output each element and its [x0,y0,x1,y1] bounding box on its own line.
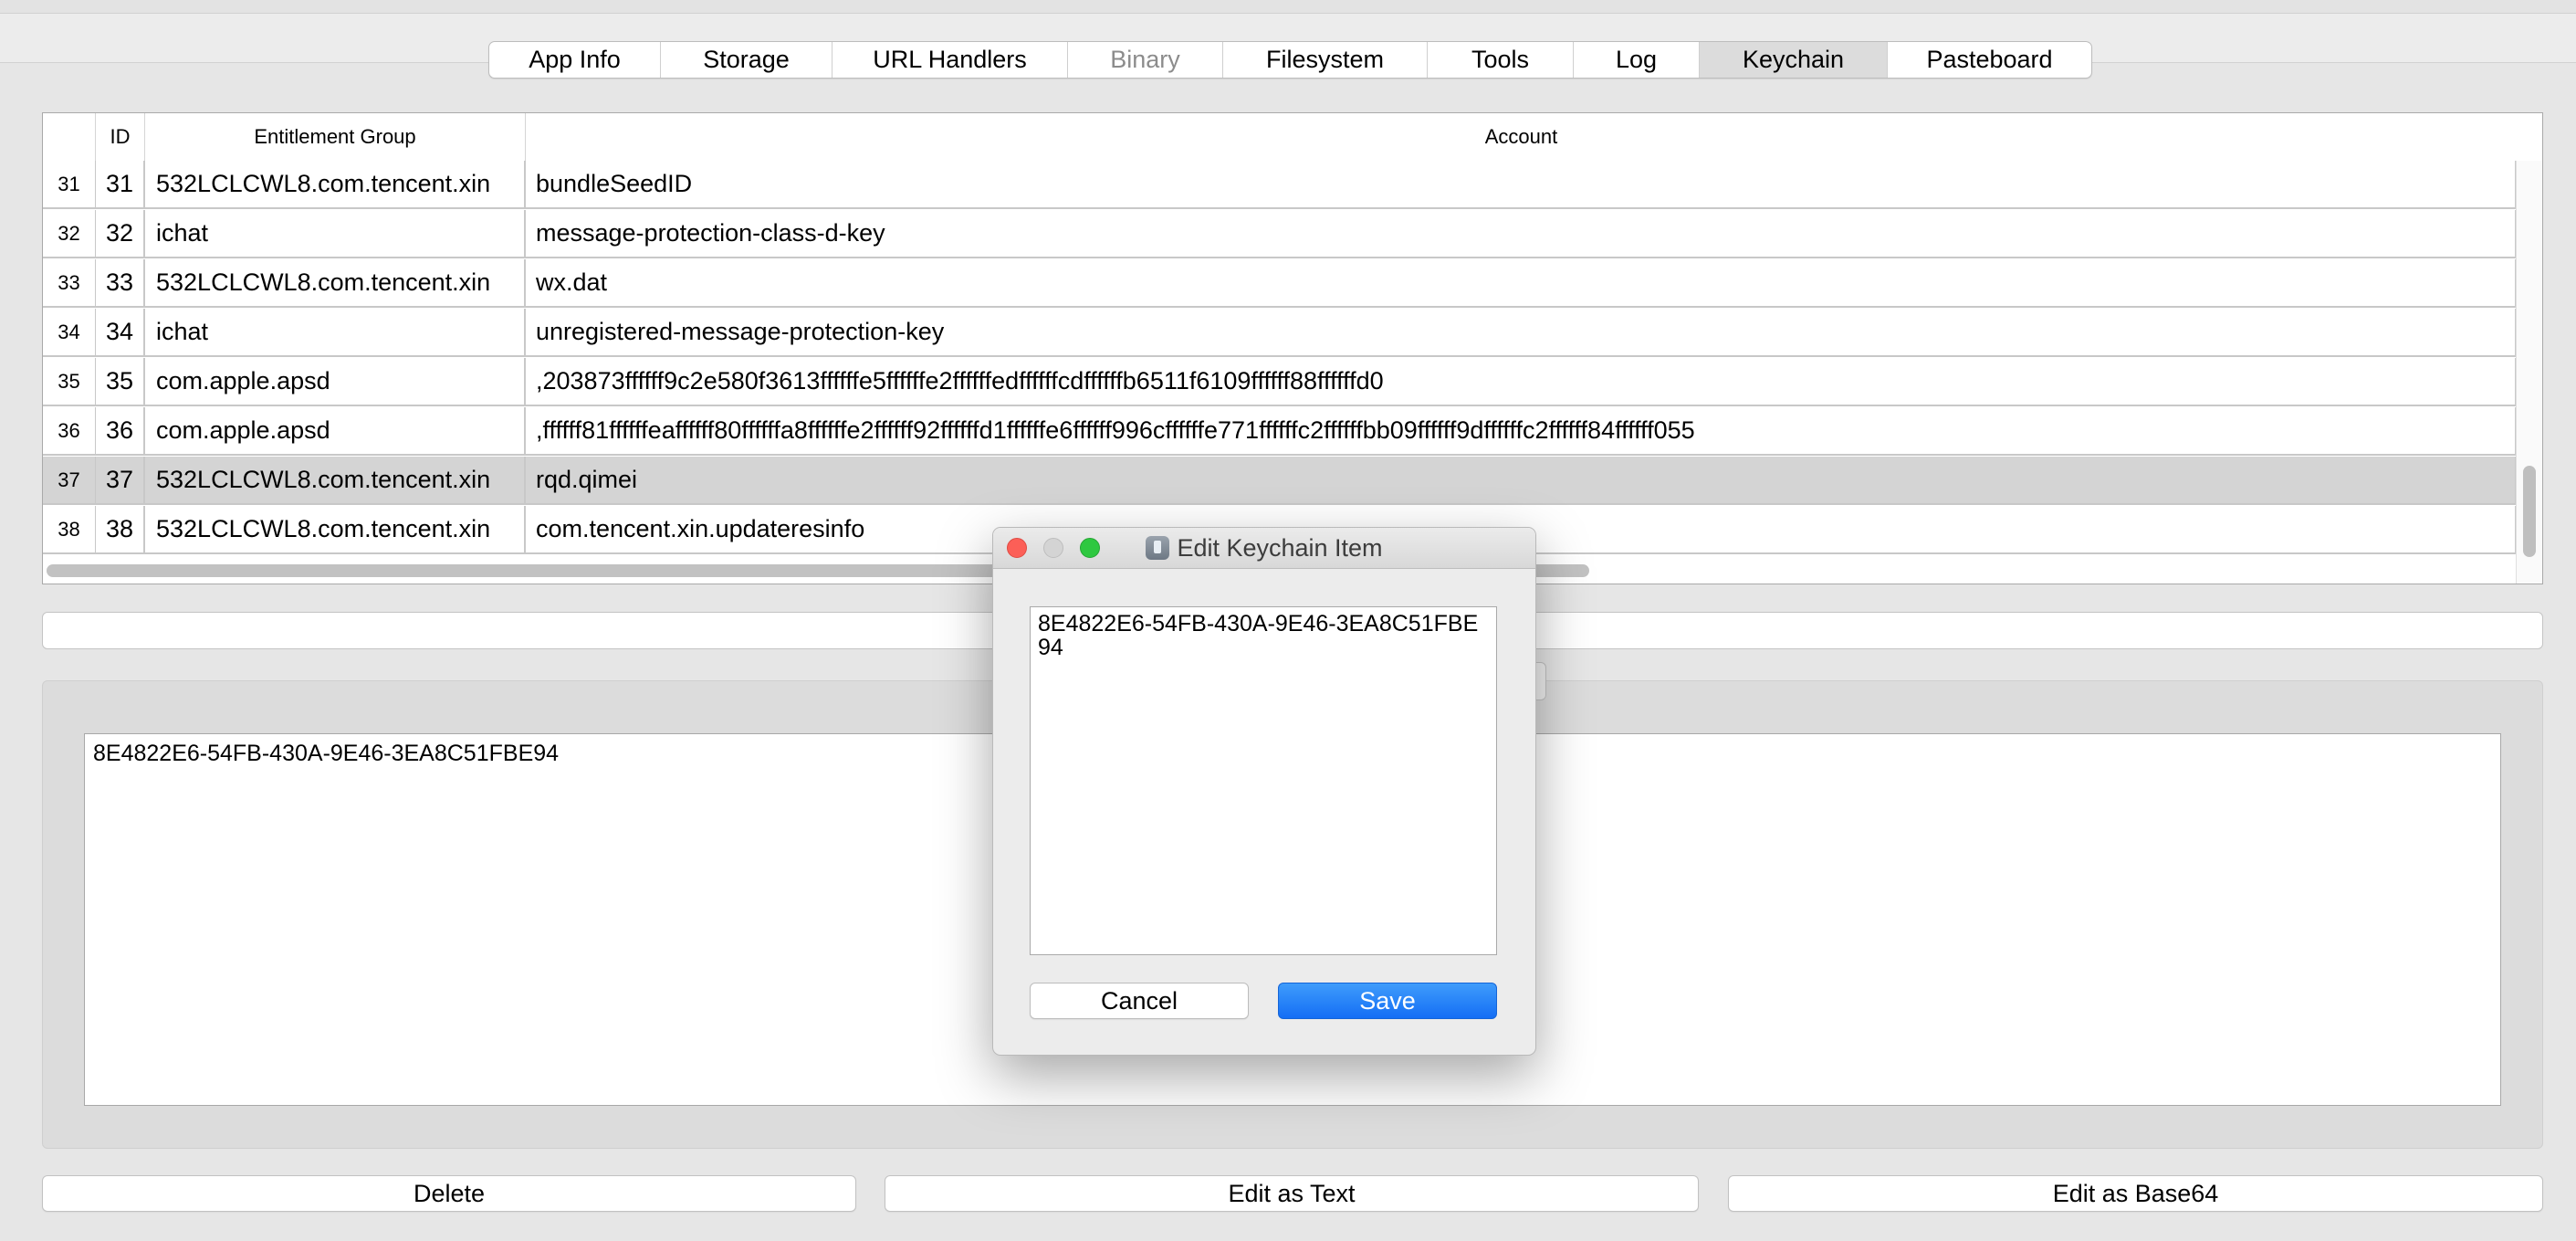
cell-entitlement-group: 532LCLCWL8.com.tencent.xin [145,457,526,503]
cell-id: 38 [96,506,145,552]
tab-binary: Binary [1068,42,1223,78]
tab-tools[interactable]: Tools [1428,42,1574,78]
cell-account: bundleSeedID [526,161,2517,207]
cell-entitlement-group: 532LCLCWL8.com.tencent.xin [145,506,526,552]
vertical-scroll-thumb[interactable] [2523,466,2536,557]
cell-account: ,203873ffffff9c2e580f3613ffffffe5ffffffe… [526,358,2517,405]
header-entitlement-group[interactable]: Entitlement Group [145,113,526,161]
edit-as-text-button[interactable]: Edit as Text [885,1175,1699,1212]
table-row-selected[interactable]: 37 37 532LCLCWL8.com.tencent.xin rqd.qim… [43,457,2517,505]
cell-account: message-protection-class-d-key [526,210,2517,257]
cell-entitlement-group: ichat [145,210,526,257]
header-account[interactable]: Account [526,113,2517,161]
tab-log[interactable]: Log [1574,42,1700,78]
cell-entitlement-group: ichat [145,309,526,355]
tab-keychain[interactable]: Keychain [1700,42,1888,78]
table-row[interactable]: 32 32 ichat message-protection-class-d-k… [43,210,2517,258]
save-button[interactable]: Save [1278,983,1497,1019]
cancel-button[interactable]: Cancel [1030,983,1249,1019]
cell-entitlement-group: 532LCLCWL8.com.tencent.xin [145,161,526,207]
cell-id: 34 [96,309,145,355]
row-number: 32 [43,210,96,257]
header-id[interactable]: ID [96,113,145,161]
edit-keychain-item-dialog: Edit Keychain Item 8E4822E6-54FB-430A-9E… [992,527,1536,1056]
tab-app-info[interactable]: App Info [489,42,661,78]
cell-entitlement-group: com.apple.apsd [145,358,526,405]
table-row[interactable]: 35 35 com.apple.apsd ,203873ffffff9c2e58… [43,358,2517,406]
cell-id: 32 [96,210,145,257]
row-number: 37 [43,457,96,503]
cell-id: 31 [96,161,145,207]
cell-account: rqd.qimei [526,457,2517,503]
tab-filesystem[interactable]: Filesystem [1223,42,1428,78]
cell-entitlement-group: com.apple.apsd [145,407,526,454]
cell-entitlement-group: 532LCLCWL8.com.tencent.xin [145,259,526,306]
row-number: 33 [43,259,96,306]
keychain-value-editor[interactable]: 8E4822E6-54FB-430A-9E46-3EA8C51FBE94 [1030,606,1497,955]
row-number: 34 [43,309,96,355]
tab-url-handlers[interactable]: URL Handlers [832,42,1068,78]
keychain-table[interactable]: ID Entitlement Group Account 31 31 532LC… [42,112,2543,584]
row-number: 31 [43,161,96,207]
table-header: ID Entitlement Group Account [43,113,2542,162]
cell-account: wx.dat [526,259,2517,306]
tab-pasteboard[interactable]: Pasteboard [1888,42,2091,78]
row-number: 35 [43,358,96,405]
dialog-title-label: Edit Keychain Item [1177,533,1383,562]
row-number: 38 [43,506,96,552]
cell-id: 37 [96,457,145,503]
app-icon [1146,536,1170,560]
table-row[interactable]: 31 31 532LCLCWL8.com.tencent.xin bundleS… [43,161,2517,209]
row-number: 36 [43,407,96,454]
delete-button[interactable]: Delete [42,1175,856,1212]
tab-storage[interactable]: Storage [661,42,832,78]
dialog-title: Edit Keychain Item [993,528,1535,568]
table-row[interactable]: 36 36 com.apple.apsd ,ffffff81ffffffeaff… [43,407,2517,456]
top-strip [0,0,2576,14]
cell-id: 33 [96,259,145,306]
cell-account: unregistered-message-protection-key [526,309,2517,355]
table-row[interactable]: 33 33 532LCLCWL8.com.tencent.xin wx.dat [43,259,2517,308]
cell-account: ,ffffff81ffffffeaffffff80ffffffa8ffffffe… [526,407,2517,454]
table-row[interactable]: 34 34 ichat unregistered-message-protect… [43,309,2517,357]
tab-bar: App Info Storage URL Handlers Binary Fil… [488,41,2092,79]
edit-as-base64-button[interactable]: Edit as Base64 [1728,1175,2543,1212]
cell-id: 35 [96,358,145,405]
cell-id: 36 [96,407,145,454]
header-row-number [43,113,96,161]
